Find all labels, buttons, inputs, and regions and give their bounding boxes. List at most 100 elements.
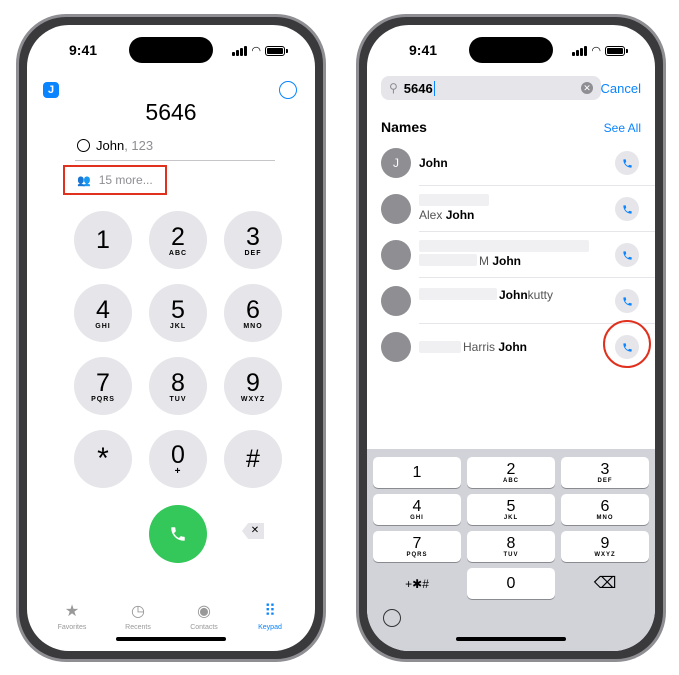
dialed-number: 5646 [145,99,197,125]
tab-bar: ★ Favorites ◷ Recents ◉ Contacts ⠿ Keypad [27,603,315,631]
redacted-text [419,254,477,266]
match-name: John [96,138,125,153]
avatar [381,332,411,362]
kb-key-0[interactable]: 0 [467,568,555,599]
home-indicator [116,637,226,641]
person-icon [77,139,90,152]
tab-favorites[interactable]: ★ Favorites [42,603,102,631]
avatar: J [381,148,411,178]
text-cursor [433,80,436,96]
keypad-screen: 9:41 ◠ J 5646 John, 123 👥 15 more... 1 2… [27,25,315,651]
right-phone: 9:41 ◠ ⚲ 5646 ✕ Cancel Names See All J J… [356,14,666,662]
globe-icon[interactable] [383,609,401,627]
keypad: 1 2 ABC 3 DEF 4 GHI 5 JKL 6 MNO 7 PQRS 8 TUV 9W… [74,211,282,488]
key-7[interactable]: 7 PQRS [74,357,132,415]
see-all-link[interactable]: See All [604,121,641,135]
list-item[interactable]: Johnkutty [367,278,655,324]
phone-icon [622,204,632,214]
search-icon: ⚲ [389,81,398,95]
highlight-circle [603,320,651,368]
avatar [381,286,411,316]
redacted-text [419,240,589,252]
section-title: Names [381,119,427,135]
key-1[interactable]: 1 [74,211,132,269]
tab-contacts[interactable]: ◉ Contacts [174,603,234,631]
cancel-button[interactable]: Cancel [601,81,641,96]
phone-icon [171,527,185,541]
search-screen: 9:41 ◠ ⚲ 5646 ✕ Cancel Names See All J J… [367,25,655,651]
star-icon: ★ [64,603,80,620]
home-indicator [456,637,566,641]
key-0[interactable]: 0 + [149,430,207,488]
group-icon: 👥 [77,174,91,187]
phone-icon [622,296,632,306]
redacted-text [419,194,489,206]
clock-icon: ◷ [131,603,145,620]
person-circle-icon: ◉ [197,603,211,620]
list-item[interactable]: M John [367,232,655,278]
backspace-icon: ⌫ [593,574,617,592]
account-avatar[interactable]: J [43,82,59,98]
more-matches-label: 15 more... [98,173,153,187]
delete-button[interactable]: ✕ [242,523,264,539]
contact-match[interactable]: John, 123 [77,138,153,153]
tab-keypad[interactable]: ⠿ Keypad [240,603,300,631]
kb-key-8[interactable]: 8 TUV [467,531,555,562]
wifi-icon: ◠ [251,45,261,57]
call-contact-button[interactable] [615,289,639,313]
key-2[interactable]: 2 ABC [149,211,207,269]
kb-key-5[interactable]: 5 JKL [467,494,555,525]
redacted-text [419,341,461,353]
kb-key-2[interactable]: 2 ABC [467,457,555,488]
keypad-icon: ⠿ [264,603,276,620]
kb-key-6[interactable]: 6 MNO [561,494,649,525]
numeric-keyboard: 1 2 ABC 3 DEF 4 GHI 5 JKL 6 MNO 7 PQRS 8 TUV 9W… [367,449,655,651]
kb-key-7[interactable]: 7 PQRS [373,531,461,562]
key-hash[interactable]: # [224,430,282,488]
status-bar: 9:41 ◠ [27,41,315,59]
status-bar: 9:41 ◠ [367,41,655,59]
clear-icon[interactable]: ✕ [581,82,593,94]
call-contact-button[interactable] [615,197,639,221]
key-6[interactable]: 6 MNO [224,284,282,342]
status-time: 9:41 [69,42,98,58]
battery-icon [265,45,288,56]
avatar [381,194,411,224]
cellular-signal-icon [232,45,248,56]
kb-key-3[interactable]: 3 DEF [561,457,649,488]
divider [75,160,275,161]
match-number: , 123 [124,138,154,153]
more-matches-button[interactable]: 👥 15 more... [63,165,167,195]
search-field[interactable]: ⚲ 5646 ✕ [381,76,601,100]
add-contact-icon[interactable] [279,81,297,99]
search-input[interactable]: 5646 [404,81,433,96]
kb-key-backspace[interactable]: ⌫ [561,568,649,599]
kb-key-9[interactable]: 9 WXYZ [561,531,649,562]
phone-icon [622,250,632,260]
kb-key-symbols[interactable]: +✱# [373,568,461,599]
tab-recents[interactable]: ◷ Recents [108,603,168,631]
call-contact-button[interactable] [615,151,639,175]
key-4[interactable]: 4 GHI [74,284,132,342]
kb-key-4[interactable]: 4 GHI [373,494,461,525]
key-5[interactable]: 5 JKL [149,284,207,342]
status-time: 9:41 [409,42,438,58]
key-9[interactable]: 9 WXYZ [224,357,282,415]
call-button[interactable] [149,505,207,563]
phone-icon [622,158,632,168]
key-3[interactable]: 3 DEF [224,211,282,269]
call-contact-button[interactable] [615,243,639,267]
cellular-signal-icon [572,45,588,56]
wifi-icon: ◠ [591,45,601,57]
list-item[interactable]: J John [367,140,655,186]
avatar [381,240,411,270]
list-item[interactable]: Harris John [367,320,655,370]
key-star[interactable]: * [74,430,132,488]
key-8[interactable]: 8 TUV [149,357,207,415]
redacted-text [419,288,497,300]
results-list: J John Alex John M John Johnkutty Harris… [367,140,655,370]
battery-icon [605,45,628,56]
kb-key-1[interactable]: 1 [373,457,461,488]
left-phone: 9:41 ◠ J 5646 John, 123 👥 15 more... 1 2… [16,14,326,662]
list-item[interactable]: Alex John [367,186,655,232]
